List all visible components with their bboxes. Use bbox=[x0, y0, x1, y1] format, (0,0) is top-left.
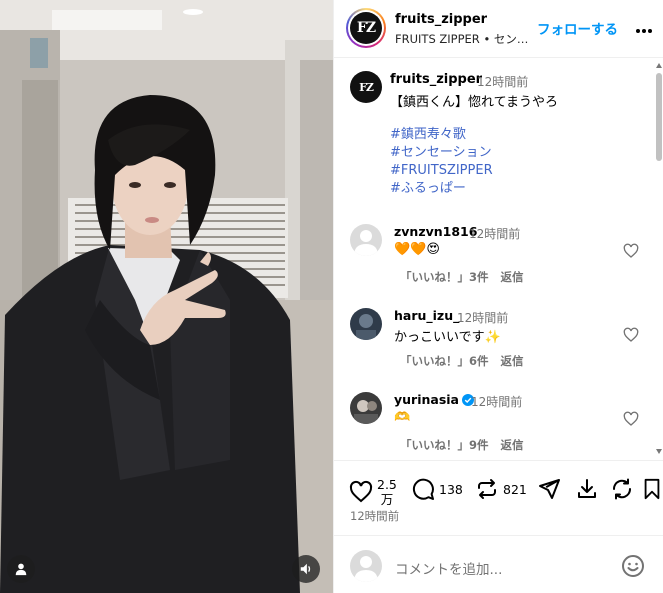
caption-hashtags: #鎮西寿々歌 #センセーション #FRUITSZIPPER #ふるっぱー bbox=[390, 126, 493, 198]
post-timestamp[interactable]: 12時間前 bbox=[350, 508, 399, 524]
refresh-icon bbox=[612, 478, 632, 500]
reposts-count: 821 bbox=[503, 481, 527, 497]
comment-likes-count[interactable]: 「いいね！」3件 bbox=[400, 270, 489, 284]
comments-count: 138 bbox=[439, 481, 463, 497]
download-icon bbox=[578, 479, 596, 498]
comment-time[interactable]: 12時間前 bbox=[469, 225, 520, 242]
comment-item: yurinasia 12時間前 🫶 「いいね！」9件 返信 bbox=[334, 387, 654, 459]
comment-input[interactable]: コメントを追加... bbox=[395, 558, 502, 578]
current-user-avatar bbox=[350, 550, 382, 582]
comment-likes-count[interactable]: 「いいね！」9件 bbox=[400, 438, 489, 452]
default-avatar-icon bbox=[350, 224, 382, 256]
comment-username-text: yurinasia bbox=[394, 392, 459, 407]
like-button[interactable]: 2.5 万 bbox=[349, 477, 397, 507]
fz-logo-small: FZ bbox=[350, 71, 382, 103]
comment-text: 🫶 bbox=[394, 410, 411, 425]
comment-item: zvnzvn1816 12時間前 🧡🧡😍 「いいね！」3件 返信 bbox=[334, 219, 654, 299]
refresh-button[interactable] bbox=[610, 477, 634, 501]
hashtag-link[interactable]: #鎮西寿々歌 bbox=[390, 126, 493, 144]
download-button[interactable] bbox=[575, 477, 599, 501]
scroll-up-arrow[interactable] bbox=[656, 63, 662, 68]
comment-time[interactable]: 12時間前 bbox=[471, 393, 522, 410]
reply-button[interactable]: 返信 bbox=[501, 354, 524, 368]
header-audio-info[interactable]: FRUITS ZIPPER • センセーション bbox=[395, 31, 533, 47]
account-avatar[interactable]: FZ bbox=[346, 8, 386, 48]
like-comment-heart-icon[interactable] bbox=[623, 411, 639, 427]
user-photo-avatar bbox=[350, 392, 382, 424]
send-icon bbox=[539, 479, 560, 499]
likes-count-number: 2.5 bbox=[377, 477, 397, 492]
scroll-down-arrow[interactable] bbox=[656, 449, 662, 454]
speaker-icon bbox=[300, 563, 311, 575]
comments-scrollbar[interactable] bbox=[654, 59, 663, 459]
caption-username[interactable]: fruits_zipper bbox=[390, 72, 482, 87]
tagged-users-button[interactable] bbox=[7, 555, 35, 583]
share-button[interactable] bbox=[537, 477, 561, 501]
comment-time[interactable]: 12時間前 bbox=[457, 309, 508, 326]
comment-username[interactable]: yurinasia bbox=[394, 392, 474, 407]
post-side-panel: FZ fruits_zipper FRUITS ZIPPER • センセーション… bbox=[333, 0, 663, 593]
save-button[interactable] bbox=[641, 477, 663, 501]
likes-count-unit: 万 bbox=[380, 492, 394, 507]
comment-meta: 「いいね！」9件 返信 bbox=[400, 437, 536, 453]
like-comment-heart-icon[interactable] bbox=[623, 243, 639, 259]
post-photo bbox=[0, 0, 333, 593]
post-header: FZ fruits_zipper FRUITS ZIPPER • センセーション… bbox=[334, 0, 663, 58]
comment-likes-count[interactable]: 「いいね！」6件 bbox=[400, 354, 489, 368]
post-actions-bar: 2.5 万 138 821 12時間前 bbox=[334, 460, 663, 530]
follow-button[interactable]: フォローする bbox=[537, 18, 618, 38]
caption-text: 【鎮西くん】惚れてまうやろ bbox=[390, 95, 558, 110]
comment-meta: 「いいね！」3件 返信 bbox=[400, 269, 536, 285]
caption-avatar[interactable]: FZ bbox=[350, 71, 382, 103]
user-photo-avatar bbox=[350, 308, 382, 340]
comment-bubble-icon bbox=[412, 478, 434, 500]
default-avatar-icon bbox=[350, 550, 382, 582]
repost-icon bbox=[478, 479, 496, 499]
comments-list[interactable]: FZ fruits_zipper 12時間前 【鎮西くん】惚れてまうやろ #鎮西… bbox=[334, 59, 663, 459]
avatar[interactable] bbox=[350, 224, 382, 256]
comment-text: かっこいいです✨ bbox=[394, 330, 501, 345]
caption-time[interactable]: 12時間前 bbox=[477, 73, 528, 90]
comment-item: haru_izu_ 12時間前 かっこいいです✨ 「いいね！」6件 返信 bbox=[334, 303, 654, 383]
repost-button[interactable]: 821 bbox=[475, 477, 527, 501]
user-icon bbox=[15, 563, 27, 576]
fz-logo: FZ bbox=[350, 12, 382, 44]
hashtag-link[interactable]: #FRUITSZIPPER bbox=[390, 162, 493, 180]
comment-meta: 「いいね！」6件 返信 bbox=[400, 353, 536, 369]
bookmark-icon bbox=[644, 478, 660, 500]
reply-button[interactable]: 返信 bbox=[501, 438, 524, 452]
heart-icon bbox=[349, 480, 373, 503]
comment-username[interactable]: haru_izu_ bbox=[394, 308, 459, 323]
hashtag-link[interactable]: #ふるっぱー bbox=[390, 180, 493, 198]
likes-count[interactable]: 2.5 万 bbox=[377, 477, 397, 507]
add-comment-bar: コメントを追加... bbox=[334, 535, 663, 593]
header-username[interactable]: fruits_zipper bbox=[395, 12, 487, 27]
more-options-icon[interactable] bbox=[636, 22, 656, 36]
reply-button[interactable]: 返信 bbox=[501, 270, 524, 284]
emoji-icon[interactable] bbox=[621, 554, 645, 578]
hashtag-link[interactable]: #センセーション bbox=[390, 144, 493, 162]
comment-button[interactable]: 138 bbox=[411, 477, 463, 501]
avatar[interactable] bbox=[350, 392, 382, 424]
like-comment-heart-icon[interactable] bbox=[623, 327, 639, 343]
comment-text: 🧡🧡😍 bbox=[394, 242, 440, 257]
post-media[interactable] bbox=[0, 0, 333, 593]
audio-toggle-button[interactable] bbox=[292, 555, 320, 583]
scroll-thumb[interactable] bbox=[656, 73, 662, 161]
comment-username[interactable]: zvnzvn1816 bbox=[394, 224, 477, 239]
avatar[interactable] bbox=[350, 308, 382, 340]
